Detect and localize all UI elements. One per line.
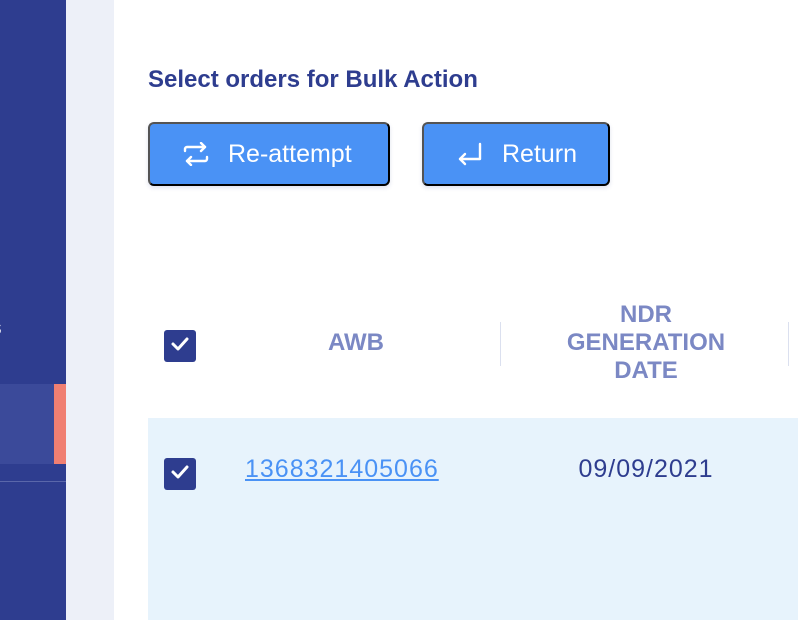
column-divider (500, 322, 501, 366)
main-content: Select orders for Bulk Action Re-attempt… (114, 0, 798, 620)
check-icon (170, 464, 190, 485)
sidebar-divider (0, 481, 66, 482)
reattempt-label: Re-attempt (228, 139, 352, 168)
header-line: NDR (620, 301, 672, 328)
return-button[interactable]: Return (422, 122, 610, 186)
column-divider (788, 322, 789, 366)
sidebar: s (0, 0, 66, 620)
header-line: GENERATION (566, 329, 726, 356)
sidebar-item-label[interactable]: s (0, 317, 2, 341)
sidebar-item-active[interactable] (0, 384, 54, 464)
return-arrow-icon (456, 140, 484, 168)
reattempt-button[interactable]: Re-attempt (148, 122, 390, 186)
content-gutter (66, 0, 114, 620)
column-header-ndr-date[interactable]: NDR GENERATION DATE (534, 301, 758, 385)
table-row[interactable] (148, 418, 798, 620)
repeat-icon (182, 140, 210, 168)
header-line: DATE (614, 357, 678, 384)
select-all-checkbox[interactable] (164, 330, 196, 362)
sidebar-active-indicator (54, 384, 66, 464)
awb-link[interactable]: 1368321405066 (245, 455, 439, 484)
column-header-awb[interactable]: AWB (246, 329, 466, 357)
check-icon (170, 336, 190, 357)
row-checkbox[interactable] (164, 458, 196, 490)
ndr-date-cell: 09/09/2021 (578, 455, 714, 483)
bulk-action-title: Select orders for Bulk Action (148, 66, 478, 93)
return-label: Return (502, 139, 578, 168)
